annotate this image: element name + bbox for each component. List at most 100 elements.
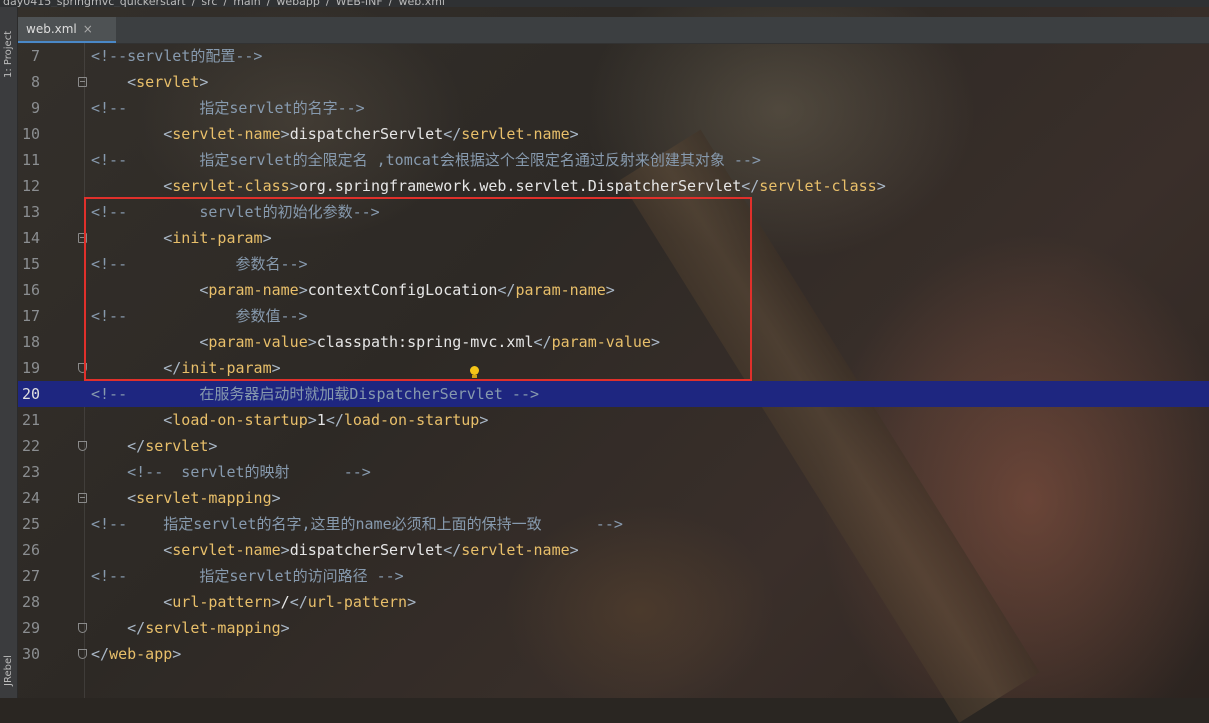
fold-marker-icon[interactable] [78,493,87,503]
xml-comment: <!-- 指定servlet的访问路径 --> [91,567,404,585]
xml-bracket: > [407,593,417,611]
code-line[interactable]: 22 </servlet> [18,433,1209,459]
code-text: <url-pattern>/</url-pattern> [91,589,416,615]
code-line[interactable]: 30 </web-app> [18,641,1209,667]
editor-tab-bar: web.xml × [18,17,1209,44]
xml-bracket: > [479,411,489,429]
xml-bracket: </ [497,281,516,299]
code-line[interactable]: 10 <servlet-name>dispatcherServlet</serv… [18,121,1209,147]
code-line[interactable]: 11 <!-- 指定servlet的全限定名 ,tomcat会根据这个全限定名通过… [18,147,1209,173]
xml-tag-name: servlet-class [759,177,877,195]
jrebel-tool-tab[interactable]: JRebel [0,647,17,695]
xml-bracket: </ [443,541,462,559]
line-number: 14 [21,229,40,247]
xml-bracket: > [605,281,615,299]
xml-bracket: < [163,125,173,143]
line-number: 20 [21,385,40,403]
xml-bracket: < [127,489,137,507]
breadcrumb-segment[interactable]: web.xml [395,0,448,7]
code-text: </servlet> [91,433,217,459]
line-number: 16 [21,281,40,299]
code-line[interactable]: 27 <!-- 指定servlet的访问路径 --> [18,563,1209,589]
xml-comment: <!-- 参数值--> [91,307,308,325]
line-number: 23 [21,463,40,481]
xml-tag-name: servlet-mapping [145,619,281,637]
breadcrumb-segment[interactable]: main [230,0,263,7]
line-number: 26 [21,541,40,559]
lightbulb-icon[interactable] [469,366,479,378]
fold-marker-icon[interactable] [78,649,87,659]
xml-bracket: > [569,541,579,559]
code-text: <!-- servlet的映射 --> [91,459,371,485]
line-number: 25 [21,515,40,533]
code-line[interactable]: 15 <!-- 参数名--> [18,251,1209,277]
code-text: <init-param> [91,225,271,251]
fold-marker-icon[interactable] [78,441,87,451]
code-line[interactable]: 17 <!-- 参数值--> [18,303,1209,329]
xml-bracket: > [650,333,660,351]
line-number: 27 [21,567,40,585]
code-editor[interactable]: 7 <!--servlet的配置--> 8 <servlet> 9 <!-- 指定ser… [18,43,1209,698]
xml-bracket: </ [91,645,110,663]
code-line[interactable]: 13 <!-- servlet的初始化参数--> [18,199,1209,225]
breadcrumb-segment[interactable]: src [198,0,220,7]
xml-tag-name: servlet [136,73,200,91]
code-line[interactable]: 28 <url-pattern>/</url-pattern> [18,589,1209,615]
xml-bracket: </ [127,437,146,455]
close-icon[interactable]: × [83,22,93,36]
code-text: <!-- 参数值--> [91,303,308,329]
xml-bracket: > [271,593,281,611]
xml-comment: <!-- 指定servlet的名字--> [91,99,365,117]
code-text: <servlet-class>org.springframework.web.s… [91,173,885,199]
xml-bracket: < [163,177,173,195]
xml-text: dispatcherServlet [289,125,444,143]
breadcrumb-segment[interactable]: webapp [273,0,322,7]
xml-text: dispatcherServlet [289,541,444,559]
breadcrumb-segment[interactable]: day0415_springmvc_quickerstart [0,0,189,7]
code-line[interactable]: 19 </init-param> [18,355,1209,381]
line-number: 29 [21,619,40,637]
line-number: 28 [21,593,40,611]
tab-web-xml[interactable]: web.xml × [18,17,116,43]
line-number: 12 [21,177,40,195]
breadcrumb-segment[interactable]: WEB-INF [333,0,386,7]
code-line[interactable]: 21 <load-on-startup>1</load-on-startup> [18,407,1209,433]
xml-bracket: </ [741,177,760,195]
xml-tag-name: param-value [208,333,308,351]
xml-bracket: > [289,177,299,195]
xml-comment: <!-- 指定servlet的名字,这里的name必须和上面的保持一致 --> [91,515,623,533]
fold-marker-icon[interactable] [78,623,87,633]
code-text: <!-- servlet的初始化参数--> [91,199,380,225]
code-text: <!-- 参数名--> [91,251,308,277]
code-line[interactable]: 7 <!--servlet的配置--> [18,43,1209,69]
code-line[interactable]: 24 <servlet-mapping> [18,485,1209,511]
code-text: <param-value>classpath:spring-mvc.xml</p… [91,329,660,355]
code-line[interactable]: 8 <servlet> [18,69,1209,95]
code-text: <!-- 指定servlet的名字,这里的name必须和上面的保持一致 --> [91,511,623,537]
code-line[interactable]: 26 <servlet-name>dispatcherServlet</serv… [18,537,1209,563]
code-text: <param-name>contextConfigLocation</param… [91,277,615,303]
code-line[interactable]: 16 <param-name>contextConfigLocation</pa… [18,277,1209,303]
code-text: </init-param> [91,355,281,381]
code-text: <servlet-mapping> [91,485,281,511]
code-text: </servlet-mapping> [91,615,290,641]
xml-bracket: </ [443,125,462,143]
xml-tag-name: web-app [109,645,173,663]
code-line[interactable]: 29 </servlet-mapping> [18,615,1209,641]
line-number: 22 [21,437,40,455]
line-number: 21 [21,411,40,429]
code-line[interactable]: 12 <servlet-class>org.springframework.we… [18,173,1209,199]
code-line[interactable]: 25 <!-- 指定servlet的名字,这里的name必须和上面的保持一致 --… [18,511,1209,537]
code-line[interactable]: 20 <!-- 在服务器启动时就加载DispatcherServlet --> [18,381,1209,407]
fold-marker-icon[interactable] [78,233,87,243]
code-line[interactable]: 18 <param-value>classpath:spring-mvc.xml… [18,329,1209,355]
code-line[interactable]: 9 <!-- 指定servlet的名字--> [18,95,1209,121]
xml-tag-name: param-name [515,281,606,299]
fold-marker-icon[interactable] [78,363,87,373]
code-line[interactable]: 23 <!-- servlet的映射 --> [18,459,1209,485]
xml-bracket: > [271,359,281,377]
code-line[interactable]: 14 <init-param> [18,225,1209,251]
fold-marker-icon[interactable] [78,77,87,87]
code-text: <!-- 指定servlet的访问路径 --> [91,563,404,589]
project-tool-tab[interactable]: 1: Project [0,19,17,89]
